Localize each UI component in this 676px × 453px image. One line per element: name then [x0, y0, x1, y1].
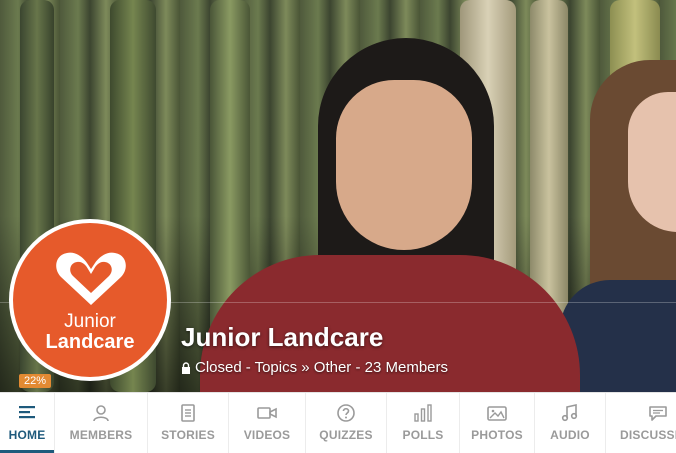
- tab-home[interactable]: HOME: [0, 393, 55, 453]
- tab-stories[interactable]: STORIES: [148, 393, 229, 453]
- members-icon: [93, 405, 109, 422]
- privacy-status: Closed: [195, 359, 242, 376]
- discussions-icon: [649, 406, 667, 421]
- stories-icon: [181, 404, 195, 422]
- tab-quizzes-label: QUIZZES: [319, 428, 373, 442]
- tab-home-label: HOME: [8, 428, 46, 442]
- tab-audio-label: AUDIO: [550, 428, 590, 442]
- progress-badge: 22%: [19, 374, 52, 388]
- tab-discussions[interactable]: DISCUSSIONS: [606, 393, 676, 453]
- group-meta: Closed - Topics » Other - 23 Members: [181, 359, 448, 376]
- tab-videos[interactable]: VIDEOS: [229, 393, 306, 453]
- hands-heart-icon: [56, 252, 126, 305]
- group-logo[interactable]: Junior Landcare: [9, 219, 171, 381]
- tab-stories-label: STORIES: [161, 428, 215, 442]
- quizzes-icon: [337, 404, 355, 422]
- cover-person-face: [336, 80, 472, 250]
- logo-text-landcare: Landcare: [45, 331, 135, 353]
- tab-discussions-label: DISCUSSIONS: [620, 428, 676, 442]
- tab-polls[interactable]: POLLS: [387, 393, 460, 453]
- group-meta-details: - Topics » Other - 23 Members: [245, 359, 448, 376]
- group-title: Junior Landcare: [181, 322, 384, 352]
- logo-text-junior: Junior: [64, 311, 116, 332]
- tab-polls-label: POLLS: [402, 428, 444, 442]
- home-icon: [19, 406, 35, 419]
- tab-audio[interactable]: AUDIO: [535, 393, 606, 453]
- audio-icon: [561, 404, 578, 422]
- tab-photos[interactable]: PHOTOS: [460, 393, 535, 453]
- tab-members-label: MEMBERS: [69, 428, 133, 442]
- polls-icon: [414, 404, 432, 422]
- lock-icon: [182, 361, 190, 374]
- tab-photos-label: PHOTOS: [471, 428, 523, 442]
- photos-icon: [487, 406, 507, 421]
- videos-icon: [257, 407, 277, 419]
- group-tab-bar: HOME MEMBERS STORIES VIDEOS QUIZZES POLL…: [0, 392, 676, 453]
- tab-videos-label: VIDEOS: [243, 428, 291, 442]
- tab-members[interactable]: MEMBERS: [55, 393, 148, 453]
- tab-quizzes[interactable]: QUIZZES: [306, 393, 387, 453]
